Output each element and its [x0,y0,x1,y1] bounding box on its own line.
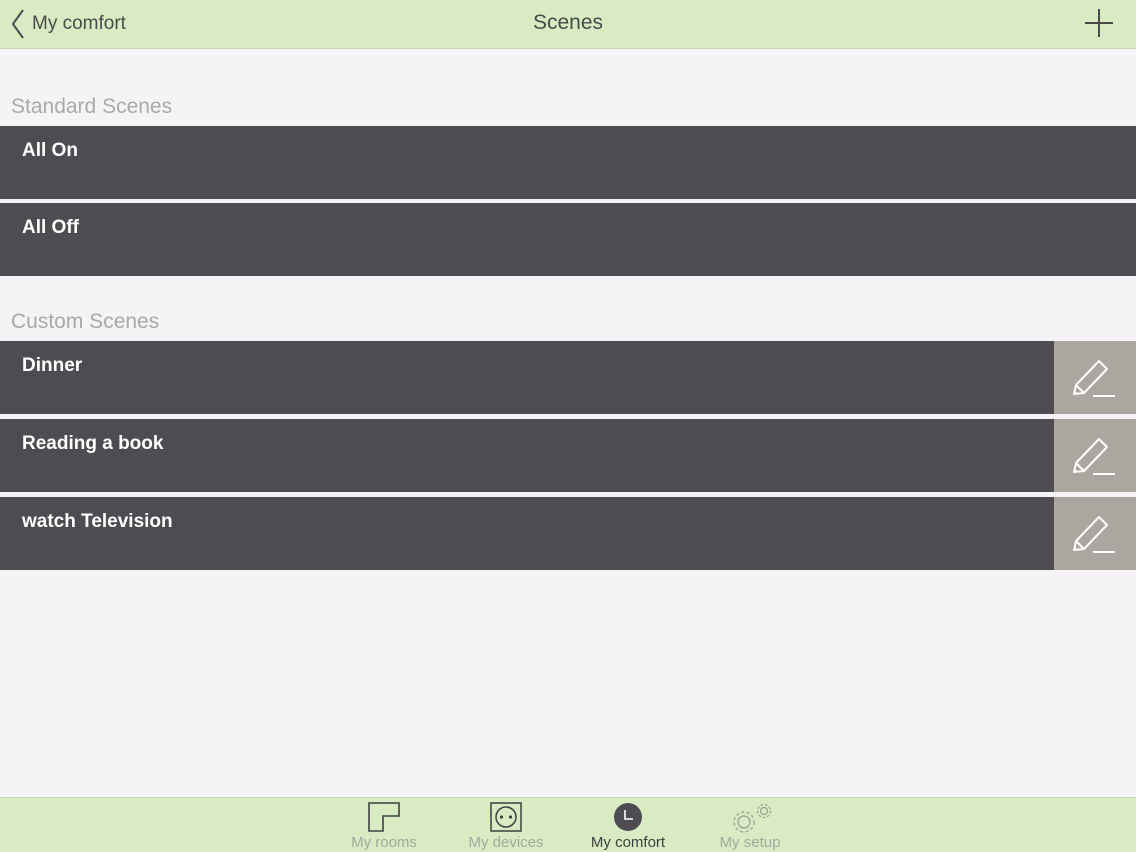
clock-icon [612,802,644,837]
edit-scene-button[interactable] [1054,419,1136,492]
tab-label: My rooms [351,834,417,851]
tab-label: My devices [468,834,544,851]
back-label: My comfort [32,13,126,34]
scene-row-reading-a-book[interactable]: Reading a book [0,419,1136,492]
tab-my-setup[interactable]: My setup [695,798,805,852]
scene-label: Dinner [22,355,83,376]
tab-label: My setup [719,834,781,851]
chevron-left-icon [10,8,26,40]
scene-row-dinner[interactable]: Dinner [0,341,1136,414]
back-button[interactable]: My comfort [10,6,126,42]
pencil-icon [1073,438,1115,475]
scene-label: watch Television [22,511,173,532]
floorplan-icon [368,802,400,837]
scene-row-watch-television[interactable]: watch Television [0,497,1136,570]
tab-bar: My rooms My devices My comfort My setup [0,797,1136,852]
scene-label: All Off [22,217,79,238]
tab-label: My comfort [590,834,666,851]
add-scene-button[interactable] [1084,8,1114,38]
edit-scene-button[interactable] [1054,341,1136,414]
tab-my-devices[interactable]: My devices [451,798,561,852]
edit-scene-button[interactable] [1054,497,1136,570]
pencil-icon [1073,360,1115,397]
plus-icon [1084,9,1114,42]
tab-my-comfort[interactable]: My comfort [573,798,683,852]
custom-scenes-header: Custom Scenes [11,310,160,333]
pencil-icon [1073,516,1115,553]
navigation-bar: My comfort Scenes [0,0,1136,49]
app-window: My comfort Scenes Standard Scenes All On… [0,0,1136,852]
standard-scenes-header: Standard Scenes [11,95,173,118]
page-title: Scenes [532,11,604,34]
scene-label: All On [22,140,78,161]
tab-my-rooms[interactable]: My rooms [329,798,439,852]
scene-label: Reading a book [22,433,164,454]
scene-row-all-on[interactable]: All On [0,126,1136,199]
scene-row-all-off[interactable]: All Off [0,203,1136,276]
socket-icon [490,802,522,837]
